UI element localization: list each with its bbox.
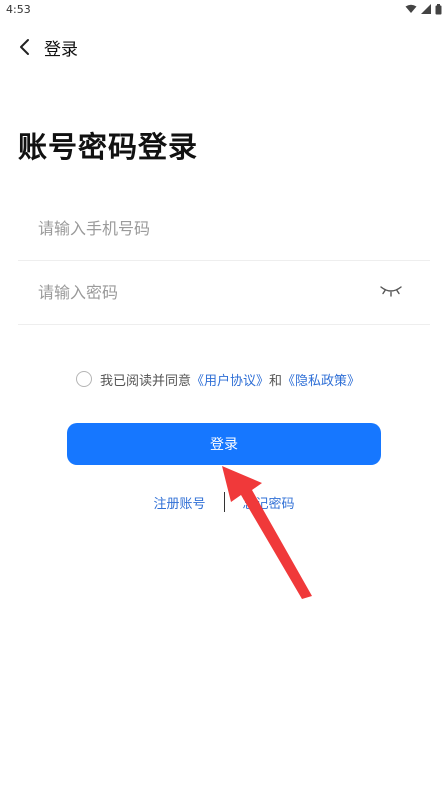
agreement-prefix: 我已阅读并同意 bbox=[100, 373, 192, 389]
password-field bbox=[18, 260, 430, 325]
forgot-password-link[interactable]: 忘记密码 bbox=[225, 493, 313, 512]
phone-input[interactable] bbox=[36, 217, 380, 239]
signal-icon bbox=[421, 4, 431, 14]
register-link[interactable]: 注册账号 bbox=[135, 493, 223, 512]
agreement-row: 我已阅读并同意 《用户协议》 和 《隐私政策》 bbox=[76, 368, 360, 390]
agreement-checkbox[interactable] bbox=[76, 371, 92, 387]
password-visibility-toggle[interactable] bbox=[378, 280, 404, 300]
agreement-conjunction: 和 bbox=[269, 373, 283, 389]
wifi-icon bbox=[405, 4, 417, 13]
bottom-links: 注册账号 忘记密码 bbox=[0, 490, 448, 514]
header-bar: 登录 bbox=[0, 28, 448, 66]
annotation-arrow-shape bbox=[222, 466, 312, 599]
phone-field bbox=[18, 196, 430, 261]
annotation-arrow bbox=[222, 466, 312, 599]
status-time: 4:53 bbox=[6, 2, 31, 16]
login-button[interactable]: 登录 bbox=[67, 423, 381, 465]
status-bar: 4:53 bbox=[0, 0, 448, 18]
header-title: 登录 bbox=[44, 39, 78, 60]
user-agreement-link[interactable]: 《用户协议》 bbox=[191, 370, 269, 389]
battery-icon bbox=[435, 3, 442, 14]
status-icons bbox=[405, 3, 442, 15]
page-title: 账号密码登录 bbox=[18, 130, 199, 164]
eye-closed-icon bbox=[380, 286, 402, 297]
back-button[interactable] bbox=[10, 32, 40, 62]
password-input[interactable] bbox=[36, 281, 380, 303]
privacy-policy-link[interactable]: 《隐私政策》 bbox=[282, 370, 360, 389]
chevron-left-icon bbox=[20, 39, 29, 55]
